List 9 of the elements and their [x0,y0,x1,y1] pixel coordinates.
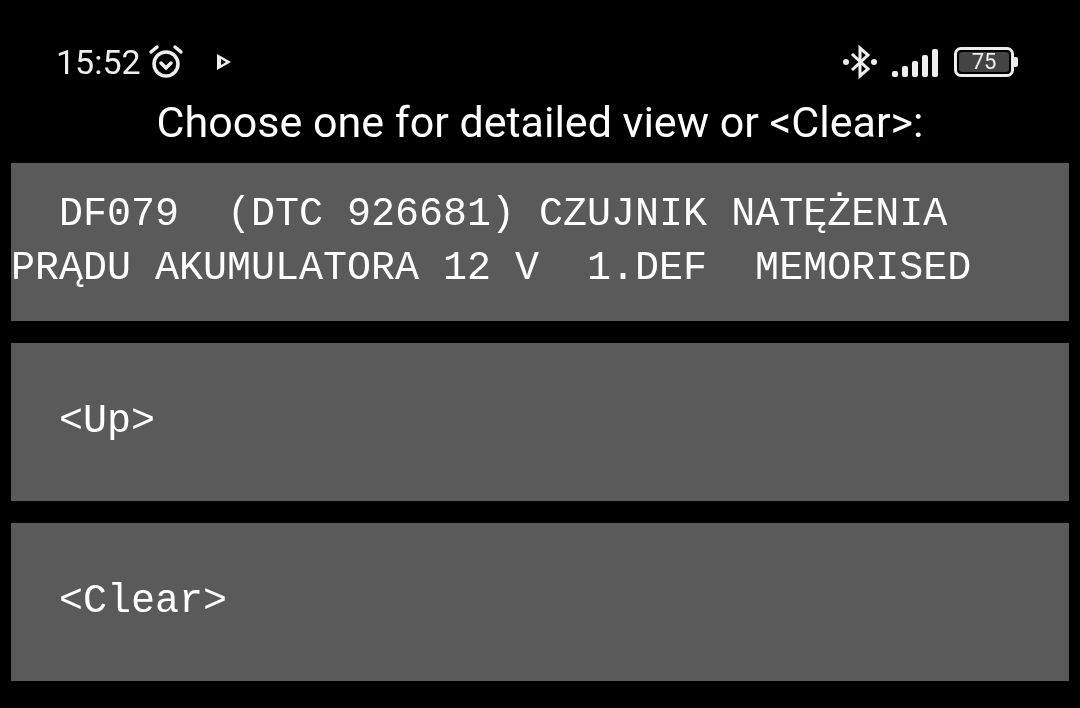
battery-level: 75 [971,51,997,73]
status-time: 15:52 [56,45,141,79]
option-button[interactable]: <Up> [11,343,1069,501]
prompt-title: Choose one for detailed view or <Clear>: [155,101,925,144]
bluetooth-icon [842,45,878,79]
option-button[interactable]: DF079 (DTC 926681) CZUJNIK NATĘŻENIA PRĄDU AKUMULATORA 12 V 1.DEF MEMORISED [11,163,1069,321]
option-button[interactable]: <Clear> [11,523,1069,681]
alarm-clock-icon [146,44,185,80]
signal-icon [892,47,940,77]
